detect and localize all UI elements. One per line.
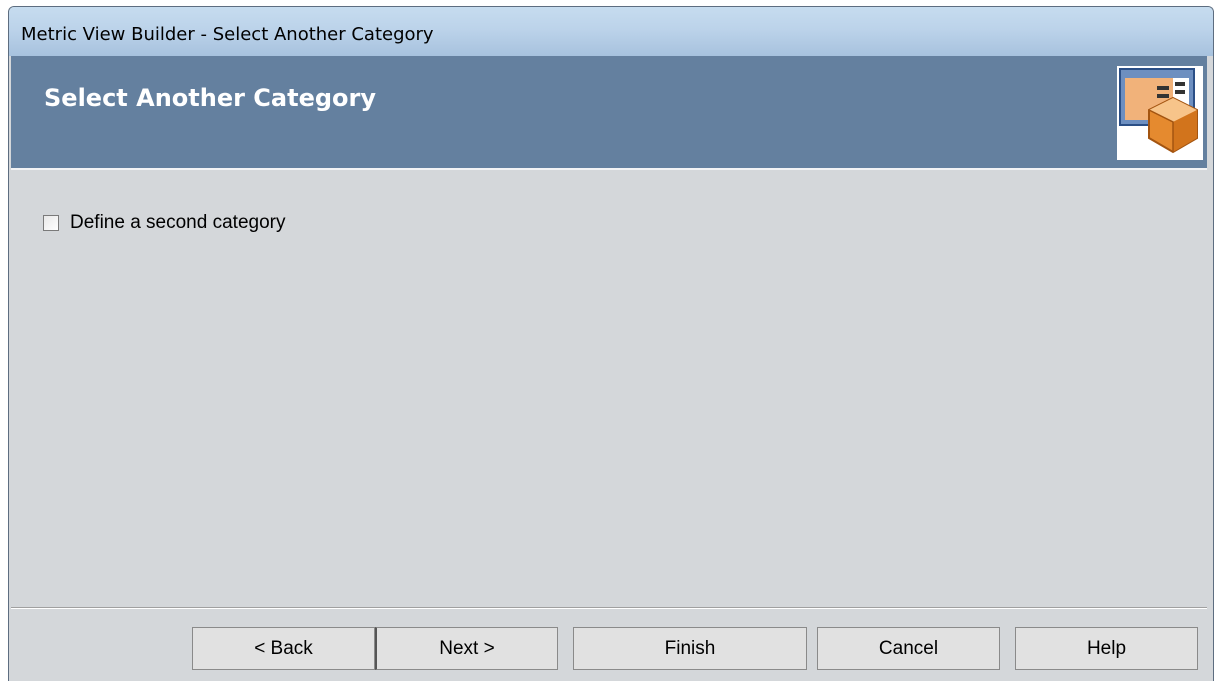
second-category-checkbox[interactable]: Define a second category [43,212,285,234]
cancel-button[interactable]: Cancel [817,627,1000,670]
wizard-dialog: Metric View Builder - Select Another Cat… [8,6,1214,681]
footer-divider [11,607,1207,609]
checkbox-box[interactable] [43,215,59,231]
checkbox-label: Define a second category [70,212,286,233]
back-button[interactable]: < Back [192,627,375,670]
title-bar[interactable]: Metric View Builder - Select Another Cat… [9,7,1213,56]
help-button[interactable]: Help [1015,627,1198,670]
wizard-header: Select Another Category [11,56,1207,170]
wizard-form-box-icon [1117,66,1203,160]
window-title: Metric View Builder - Select Another Cat… [21,24,434,45]
next-button[interactable]: Next > [375,627,558,670]
wizard-content: Define a second category [11,170,1207,607]
finish-button[interactable]: Finish [573,627,807,670]
page-title: Select Another Category [44,84,377,112]
